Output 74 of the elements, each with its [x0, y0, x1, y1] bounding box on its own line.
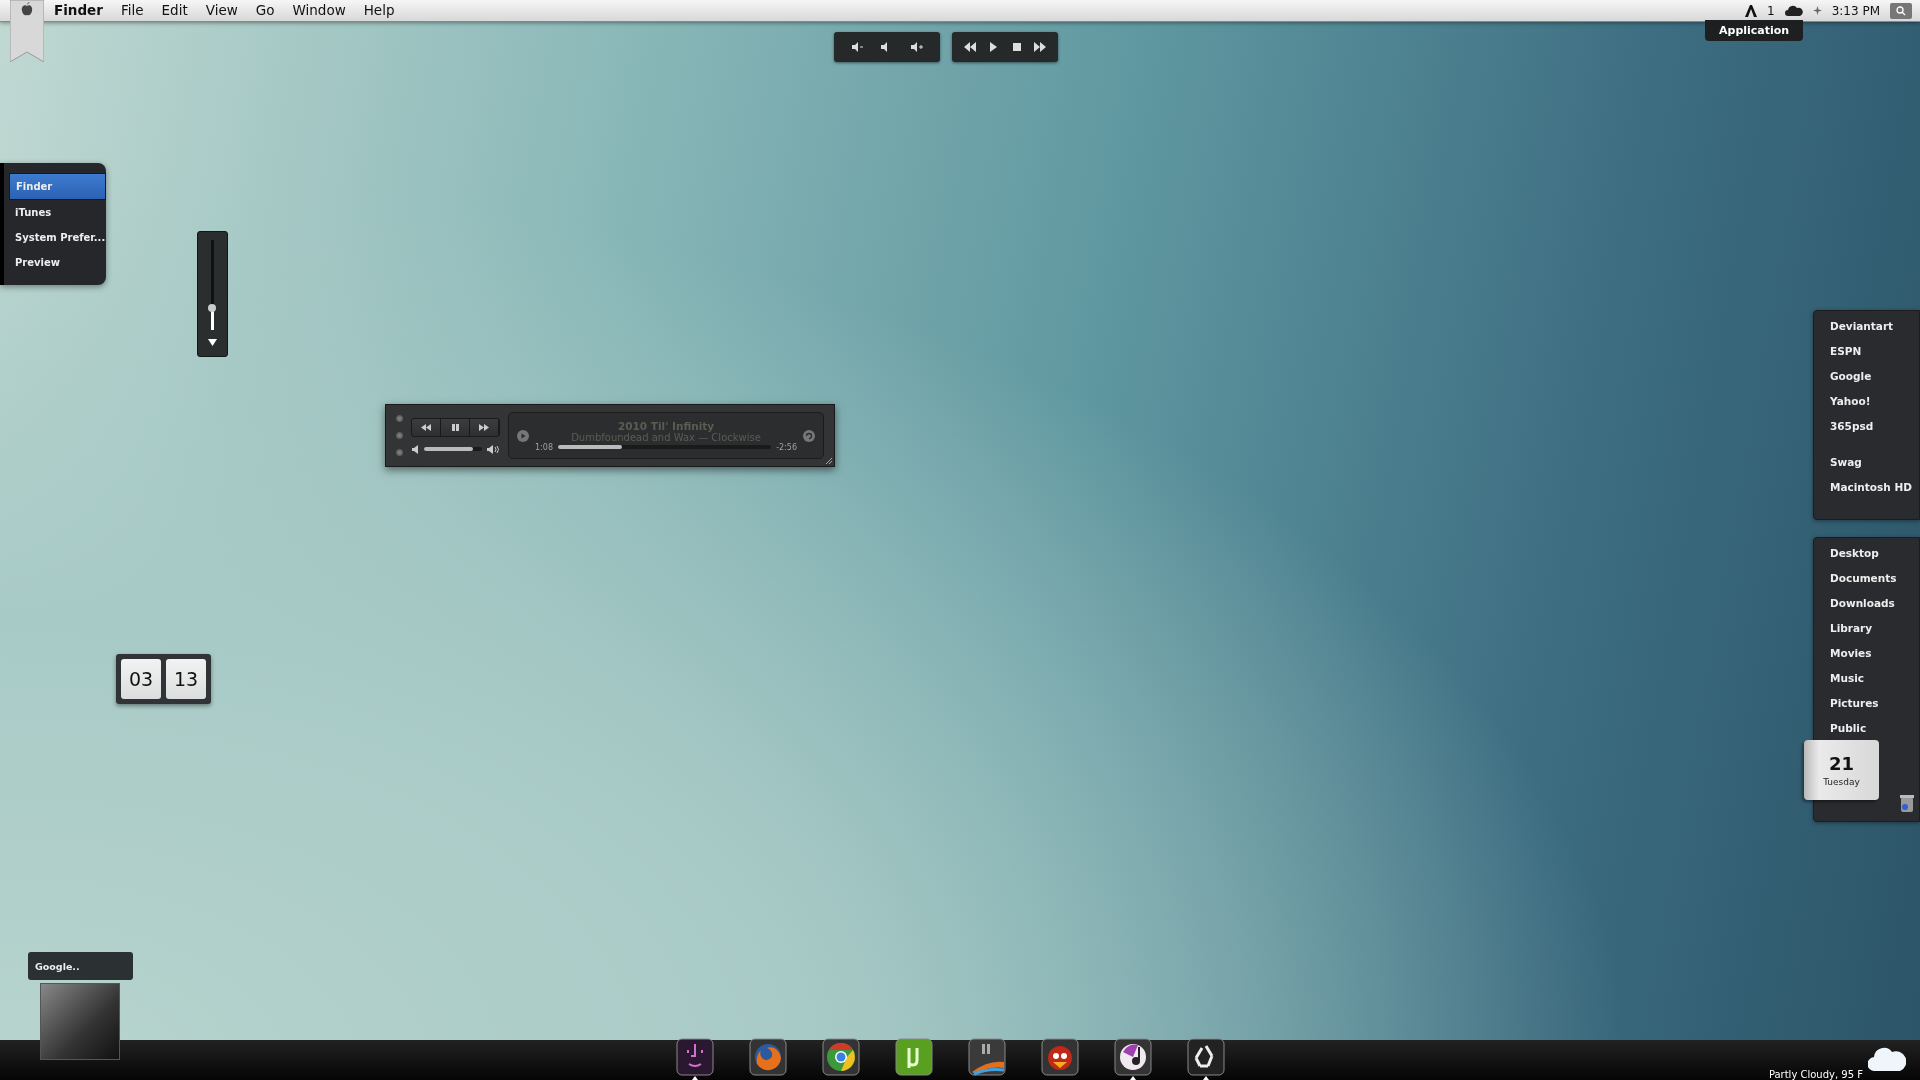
menu-item[interactable]: File	[111, 0, 153, 21]
weather-text: Partly Cloudy, 95 F	[1768, 1069, 1863, 1080]
cloud-icon[interactable]	[1868, 1045, 1906, 1071]
calendar-weekday: Tuesday	[1823, 777, 1860, 787]
fast-forward-icon	[478, 423, 490, 431]
app-list-item[interactable]: iTunes	[9, 200, 106, 225]
letter-tile-icon	[895, 1038, 933, 1076]
search-label[interactable]: Google..	[28, 952, 133, 980]
bookmark-item[interactable]: Swag	[1830, 454, 1862, 470]
bird-icon	[1041, 1038, 1079, 1076]
dock-app-button[interactable]	[1187, 1038, 1225, 1080]
bookmark-item[interactable]: 365psd	[1830, 418, 1874, 434]
menu-item[interactable]: View	[196, 0, 247, 21]
remaining-time: -2:56	[776, 442, 797, 452]
menu-item[interactable]: Edit	[152, 0, 197, 21]
music-note-icon	[1114, 1038, 1152, 1076]
calendar-day: 21	[1828, 753, 1855, 774]
window-button[interactable]	[396, 449, 403, 456]
app-name-menu[interactable]: Finder	[54, 0, 112, 21]
folder-item[interactable]: Desktop	[1830, 545, 1879, 561]
slider-thumb[interactable]	[208, 303, 216, 312]
speaker-low-icon[interactable]	[412, 444, 419, 454]
pause-icon	[449, 423, 461, 431]
elapsed-time: 1:08	[535, 442, 553, 452]
bookmark-item[interactable]: Deviantart	[1830, 318, 1894, 334]
app-list-item[interactable]: Preview	[9, 250, 106, 275]
rewind-icon[interactable]	[963, 42, 976, 52]
globe-icon	[749, 1038, 787, 1076]
down-triangle-icon[interactable]	[208, 339, 217, 346]
speaker-high-icon[interactable]	[487, 444, 499, 454]
clock-minutes: 13	[166, 659, 206, 699]
album-art-placeholder[interactable]	[40, 983, 120, 1060]
clock-time[interactable]: 3:13 PM	[1831, 3, 1880, 18]
cloud-icon[interactable]	[1784, 5, 1803, 16]
face-icon	[676, 1038, 714, 1076]
status-count: 1	[1767, 3, 1775, 18]
ring-icon	[822, 1038, 860, 1076]
app-list-item[interactable]: Finder	[9, 173, 106, 200]
sparkle-icon[interactable]	[1812, 6, 1822, 15]
menu-item[interactable]: Go	[246, 0, 284, 21]
stripes-icon	[968, 1038, 1006, 1076]
volume-down-icon[interactable]	[851, 42, 864, 52]
bookmark-item[interactable]: Yahoo!	[1830, 393, 1871, 409]
bookmark-item[interactable]: Macintosh HD	[1830, 479, 1912, 495]
folder-item[interactable]: Music	[1830, 670, 1864, 686]
play-circle-icon[interactable]	[517, 429, 529, 442]
search-icon[interactable]	[1890, 2, 1912, 19]
menu-item[interactable]: Window	[283, 0, 355, 21]
dock-app-button[interactable]	[1114, 1038, 1152, 1080]
trash-can-icon[interactable]	[1899, 794, 1915, 812]
clock-hours: 03	[121, 659, 161, 699]
rewind-icon	[420, 423, 432, 431]
resize-grip-icon[interactable]	[826, 458, 832, 464]
fast-forward-icon[interactable]	[1034, 42, 1047, 52]
letter-a-icon[interactable]	[1745, 4, 1757, 17]
bookmark-item[interactable]: ESPN	[1830, 343, 1862, 359]
progress-track[interactable]	[557, 445, 772, 449]
bookmark-item[interactable]: Google	[1830, 368, 1872, 384]
stop-icon[interactable]	[1010, 42, 1023, 52]
app-list-item[interactable]: System Prefer...	[9, 225, 106, 250]
repeat-icon[interactable]	[803, 429, 815, 442]
menu-item[interactable]: Help	[354, 0, 404, 21]
folder-item[interactable]: Pictures	[1830, 695, 1879, 711]
window-button[interactable]	[396, 432, 403, 439]
volume-up-icon[interactable]	[910, 42, 923, 52]
bookmark-ribbon-icon[interactable]	[10, 0, 44, 62]
window-button[interactable]	[396, 415, 403, 422]
tooltip: Application	[1705, 20, 1804, 41]
dock-app-button[interactable]	[676, 1038, 714, 1080]
folder-item[interactable]: Library	[1830, 620, 1873, 636]
folder-item[interactable]: Public	[1830, 720, 1867, 736]
folder-item[interactable]: Movies	[1830, 645, 1872, 661]
folder-item[interactable]: Downloads	[1830, 595, 1895, 611]
folder-item[interactable]: Documents	[1830, 570, 1897, 586]
